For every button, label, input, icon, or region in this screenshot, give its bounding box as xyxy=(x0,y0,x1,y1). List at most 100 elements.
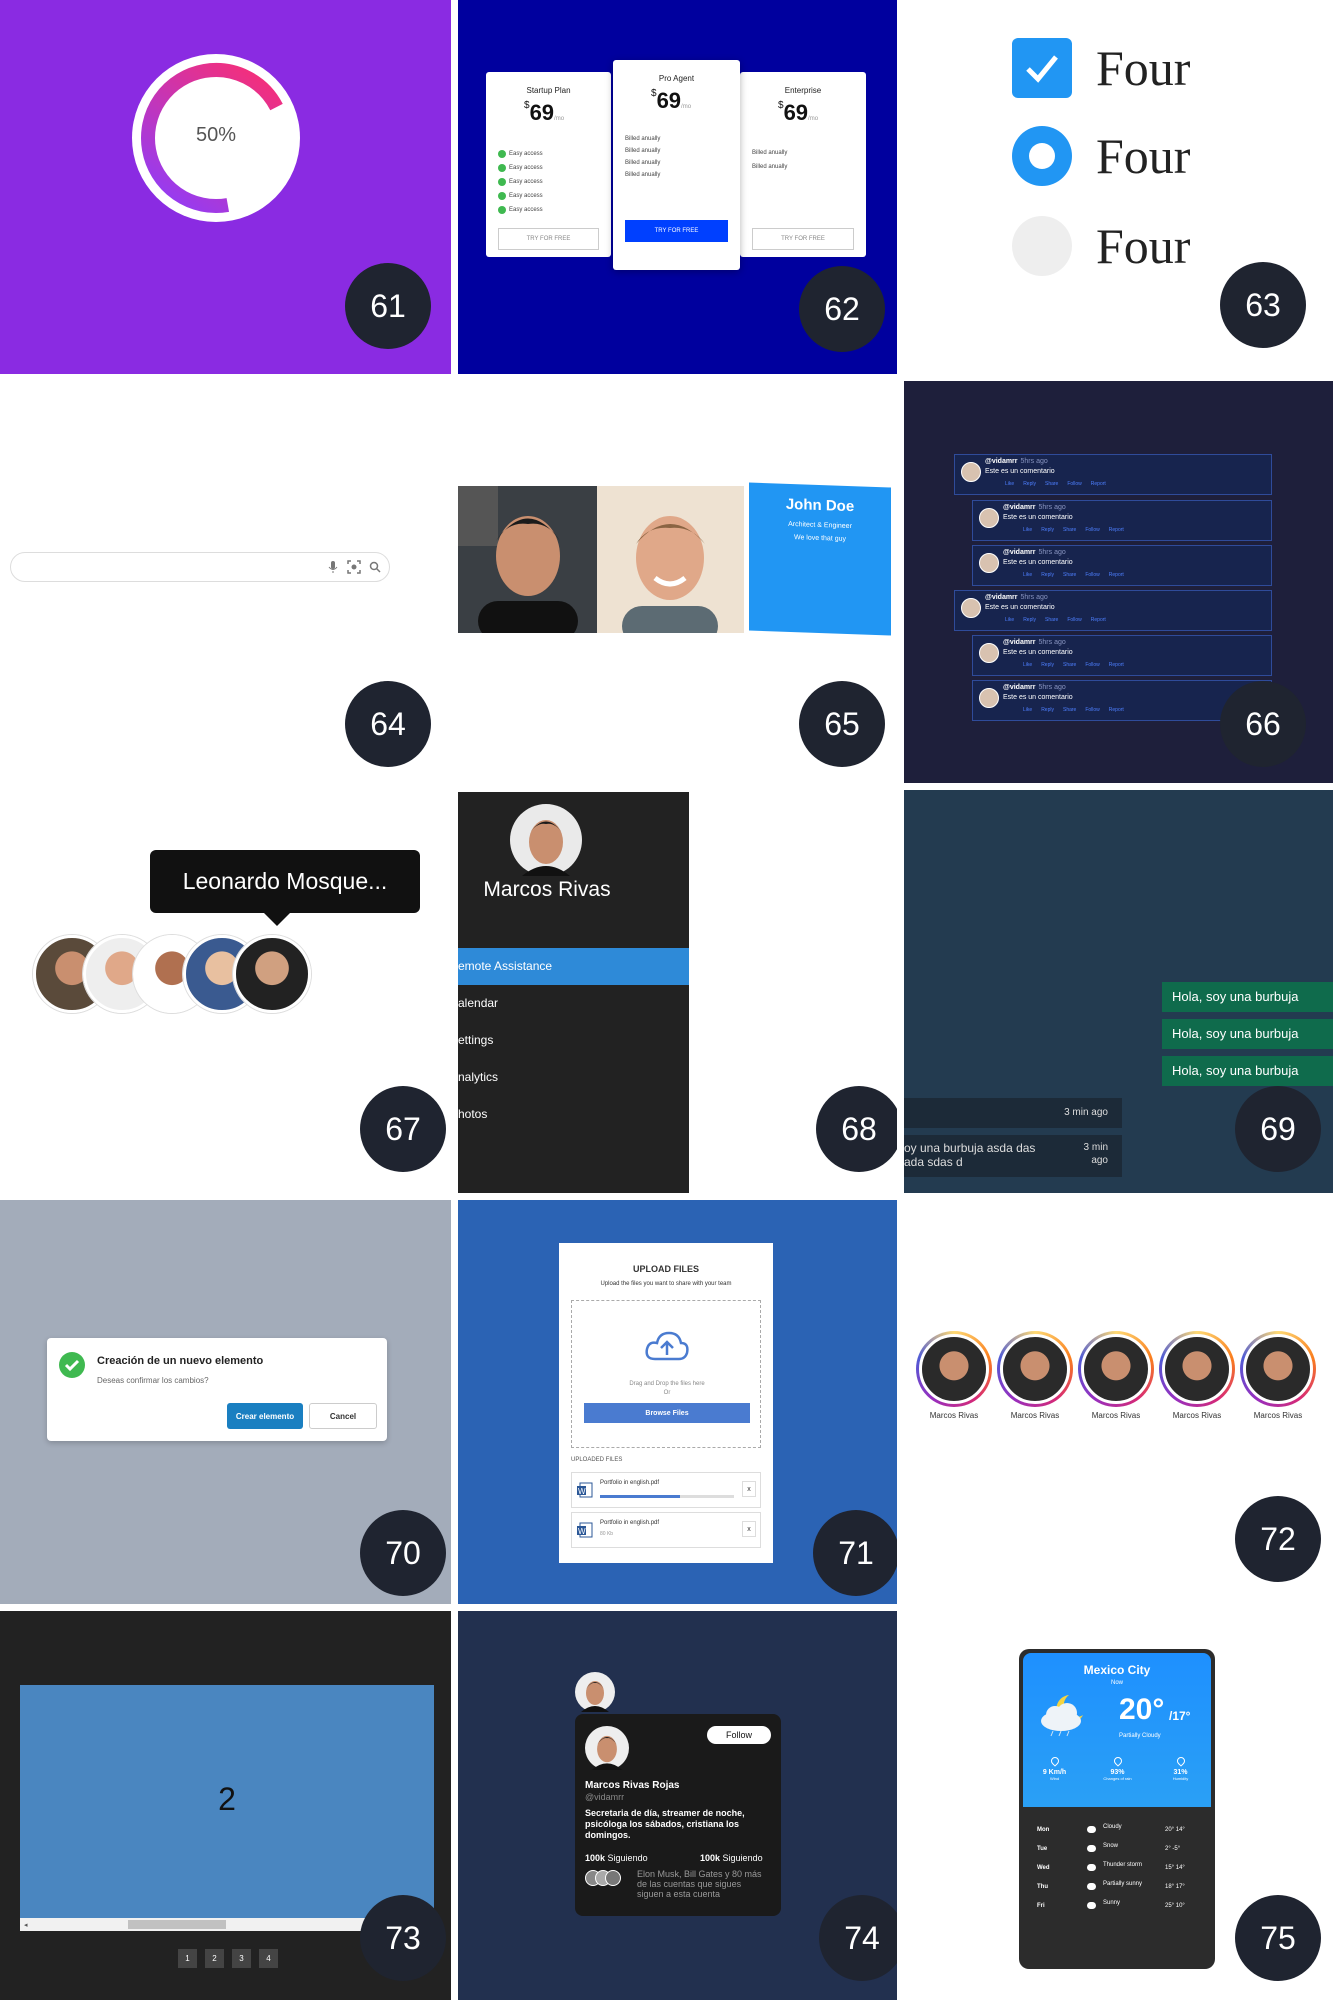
radio-option[interactable]: Four xyxy=(1012,216,1190,276)
comment-user[interactable]: @vidamrr xyxy=(1003,684,1036,691)
try-free-button[interactable]: TRY FOR FREE xyxy=(752,228,854,250)
comment-action-reply[interactable]: Reply xyxy=(1041,662,1054,668)
file-progress-fill xyxy=(600,1495,681,1498)
confirm-button[interactable]: Crear elemento xyxy=(227,1403,303,1429)
comment-user[interactable]: @vidamrr xyxy=(1003,549,1036,556)
comment-action-follow[interactable]: Follow xyxy=(1067,617,1081,623)
tile-number-badge: 72 xyxy=(1235,1496,1321,1582)
comment-action-like[interactable]: Like xyxy=(1023,707,1032,713)
check-circle-icon xyxy=(498,192,506,200)
microphone-icon[interactable] xyxy=(327,560,339,574)
follow-button[interactable]: Follow xyxy=(707,1726,771,1744)
drop-or: Or xyxy=(663,1390,671,1396)
story-name: Marcos Rivas xyxy=(1091,1411,1141,1420)
tile-upload-files: UPLOAD FILES Upload the files you want t… xyxy=(458,1200,897,1604)
forecast-row: Mon Cloudy 20° 14° xyxy=(1019,1821,1215,1840)
checkbox-checked[interactable] xyxy=(1012,38,1072,98)
comment-user[interactable]: @vidamrr xyxy=(985,458,1018,465)
sidebar-menu-item[interactable]: hotos xyxy=(458,1096,689,1133)
following-stat[interactable]: 100k Siguiendo xyxy=(585,1853,648,1863)
comment-action-follow[interactable]: Follow xyxy=(1085,572,1099,578)
comment-action-like[interactable]: Like xyxy=(1023,527,1032,533)
comment-action-follow[interactable]: Follow xyxy=(1085,527,1099,533)
comment-action-report[interactable]: Report xyxy=(1091,481,1106,487)
comment-action-share[interactable]: Share xyxy=(1063,572,1076,578)
check-circle-icon xyxy=(498,206,506,214)
remove-file-button[interactable]: x xyxy=(742,1481,756,1497)
radio-option[interactable]: Four xyxy=(1012,126,1190,186)
tile-number-badge: 73 xyxy=(360,1895,446,1981)
tile-avatar-group: Leonardo Mosque... 67 xyxy=(0,790,451,1193)
scrollbar-thumb[interactable] xyxy=(128,1920,226,1929)
comment-action-follow[interactable]: Follow xyxy=(1085,662,1099,668)
plan-feature: Billed anually xyxy=(625,136,660,142)
plan-feature: Billed anually xyxy=(625,172,660,178)
comment-user[interactable]: @vidamrr xyxy=(1003,639,1036,646)
sidebar-menu-item[interactable]: ettings xyxy=(458,1022,689,1059)
try-free-button[interactable]: TRY FOR FREE xyxy=(625,220,728,242)
story-ring[interactable] xyxy=(1159,1331,1235,1407)
page-button[interactable]: 4 xyxy=(259,1949,278,1968)
comment-action-share[interactable]: Share xyxy=(1063,707,1076,713)
comment-action-share[interactable]: Share xyxy=(1063,527,1076,533)
page-button[interactable]: 2 xyxy=(205,1949,224,1968)
sidebar-menu-item[interactable]: alendar xyxy=(458,985,689,1022)
comment-user[interactable]: @vidamrr xyxy=(1003,504,1036,511)
comment-action-share[interactable]: Share xyxy=(1045,481,1058,487)
story-ring[interactable] xyxy=(1078,1331,1154,1407)
radio-unselected[interactable] xyxy=(1012,216,1072,276)
comment-action-share[interactable]: Share xyxy=(1063,662,1076,668)
search-icon[interactable] xyxy=(369,561,381,573)
sun-icon xyxy=(1087,1902,1096,1909)
comment-action-report[interactable]: Report xyxy=(1109,707,1124,713)
comment-action-follow[interactable]: Follow xyxy=(1085,707,1099,713)
sidebar-menu-item[interactable]: emote Assistance xyxy=(458,948,689,985)
browse-files-button[interactable]: Browse Files xyxy=(584,1403,750,1423)
comment-action-follow[interactable]: Follow xyxy=(1067,481,1081,487)
tile-number-badge: 67 xyxy=(360,1086,446,1172)
comment-action-reply[interactable]: Reply xyxy=(1023,617,1036,623)
avatar[interactable] xyxy=(233,935,311,1013)
story-ring[interactable] xyxy=(997,1331,1073,1407)
forecast-row: Thu Partially sunny 18° 17° xyxy=(1019,1878,1215,1897)
page-button[interactable]: 1 xyxy=(178,1949,197,1968)
comment-action-reply[interactable]: Reply xyxy=(1023,481,1036,487)
story-ring[interactable] xyxy=(1240,1331,1316,1407)
comment-action-like[interactable]: Like xyxy=(1023,572,1032,578)
sidebar-menu-item[interactable]: nalytics xyxy=(458,1059,689,1096)
comment-action-report[interactable]: Report xyxy=(1091,617,1106,623)
cancel-button[interactable]: Cancel xyxy=(309,1403,377,1429)
forecast-temps: 25° 10° xyxy=(1165,1903,1185,1909)
tile-circular-progress: 50% 61 xyxy=(0,0,451,374)
followers-stat[interactable]: 100k Siguiendo xyxy=(700,1853,763,1863)
search-input[interactable] xyxy=(21,558,321,576)
comment-action-reply[interactable]: Reply xyxy=(1041,527,1054,533)
remove-file-button[interactable]: x xyxy=(742,1521,756,1537)
comment-action-like[interactable]: Like xyxy=(1005,481,1014,487)
scroll-left-icon[interactable]: ◂ xyxy=(24,1921,28,1929)
radio-selected[interactable] xyxy=(1012,126,1072,186)
comment-action-reply[interactable]: Reply xyxy=(1041,707,1054,713)
comment-action-report[interactable]: Report xyxy=(1109,662,1124,668)
storm-icon xyxy=(1087,1864,1096,1871)
tile-search-bar: 64 xyxy=(0,381,451,783)
uploaded-files-label: UPLOADED FILES xyxy=(571,1457,623,1463)
try-free-button[interactable]: TRY FOR FREE xyxy=(498,228,599,250)
tile-number-badge: 63 xyxy=(1220,262,1306,348)
uploaded-file-item: W Portfolio in english.pdf 80 Kb x xyxy=(571,1512,761,1548)
comment-action-like[interactable]: Like xyxy=(1005,617,1014,623)
comment-action-report[interactable]: Report xyxy=(1109,572,1124,578)
tile-number-badge: 71 xyxy=(813,1510,897,1596)
comment-action-share[interactable]: Share xyxy=(1045,617,1058,623)
comment-action-reply[interactable]: Reply xyxy=(1041,572,1054,578)
page-button[interactable]: 3 xyxy=(232,1949,251,1968)
component-gallery: 50% 61 Startup Plan $69/mo Easy access Easy… xyxy=(0,0,1333,2000)
comment-action-report[interactable]: Report xyxy=(1109,527,1124,533)
drop-zone[interactable]: Drag and Drop the files here Or Browse F… xyxy=(571,1300,761,1448)
comment-user[interactable]: @vidamrr xyxy=(985,594,1018,601)
checkbox-option[interactable]: Four xyxy=(1012,38,1190,98)
comment-time: 5hrs ago xyxy=(1038,639,1066,646)
story-ring[interactable] xyxy=(916,1331,992,1407)
comment-action-like[interactable]: Like xyxy=(1023,662,1032,668)
image-search-icon[interactable] xyxy=(347,560,361,574)
